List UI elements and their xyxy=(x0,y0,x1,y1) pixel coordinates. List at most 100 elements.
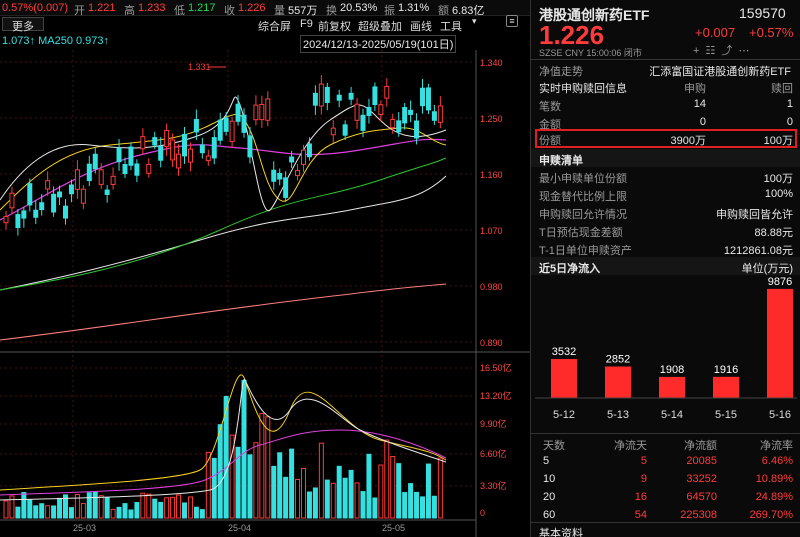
realtime-row-shares: 份额 3900万 100万 xyxy=(535,129,797,148)
list-row-label: T-1日单位申赎资产 xyxy=(539,245,632,257)
candle-body xyxy=(134,163,140,176)
candle-body xyxy=(39,202,45,210)
menu-item-overlay[interactable]: 超级叠加 xyxy=(358,18,402,34)
flow5-title: 近5日净流入 xyxy=(539,263,601,275)
list-row: 现金替代比例上限 100% xyxy=(531,185,800,203)
inflow-bar xyxy=(605,366,631,398)
more-dots-icon[interactable]: ⋯ xyxy=(738,45,755,57)
ma-values: 1.073↑ MA250 0.973↑ xyxy=(2,35,109,47)
candle-body xyxy=(3,216,9,224)
kline-chart[interactable]: 1.331 1.340 1.250 1.160 1.070 0.980 0.89… xyxy=(0,50,530,537)
candle-body xyxy=(170,139,176,161)
candle-body xyxy=(15,214,21,229)
vol-tick-2: 9.90亿 xyxy=(480,418,507,429)
quote-panel: 港股通创新药ETF 159570 1.226 +0.007 +0.57% SZS… xyxy=(530,0,800,537)
vol-tick-3: 6.60亿 xyxy=(480,448,507,459)
flow-cell: 6.46% xyxy=(761,455,793,467)
menu-item-draw[interactable]: 画线 xyxy=(410,18,432,34)
candle-body xyxy=(414,120,420,139)
flow-cell: 16 xyxy=(634,491,647,503)
volume-bar xyxy=(312,487,318,519)
candle-body xyxy=(306,143,312,158)
volume-bar xyxy=(408,483,414,519)
nav-row[interactable]: 净值走势 汇添富国证港股通创新药ETF xyxy=(531,59,800,78)
list-header[interactable]: 申赎清单 xyxy=(531,149,800,167)
realtime-amount-red: 0 xyxy=(786,116,793,128)
flow-col-days: 天数 xyxy=(543,440,565,452)
volume-bar xyxy=(348,469,354,519)
volume-bar xyxy=(158,501,164,519)
volume-bars xyxy=(3,379,443,519)
candle-body xyxy=(21,210,27,219)
flow-cell: 20085 xyxy=(686,455,717,467)
list-row-label: 申购赎回允许情况 xyxy=(539,209,627,221)
candle-body xyxy=(312,92,318,106)
amplitude-value: 1.31% xyxy=(398,2,430,14)
candle-body xyxy=(187,148,193,163)
list-row-label: T日预估现金差额 xyxy=(539,227,623,239)
volume-bar xyxy=(390,456,396,519)
candle-body xyxy=(253,104,259,121)
candle-body xyxy=(396,120,402,133)
candle-body xyxy=(348,92,354,100)
candle-body xyxy=(140,136,146,150)
inflow-bar xyxy=(659,376,685,398)
candle-body xyxy=(229,120,235,142)
chevron-down-icon[interactable]: ▾ xyxy=(472,16,477,27)
vol-tick-0: 16.50亿 xyxy=(480,362,512,373)
vol-tick-1: 13.20亿 xyxy=(480,390,512,401)
flow-cell: 269.70% xyxy=(749,509,793,521)
flow-cell: 9 xyxy=(640,473,647,485)
flow-cell: 24.89% xyxy=(755,491,793,503)
add-icon[interactable]: + xyxy=(693,45,705,57)
volume-bar xyxy=(199,509,205,519)
menu-item-tools[interactable]: 工具 xyxy=(440,18,462,34)
candle-body xyxy=(390,118,396,129)
price-change-pct: +0.57% xyxy=(749,25,794,40)
candle-body xyxy=(247,135,253,158)
exchange-meta: SZSE CNY 15:00:06 闭市 xyxy=(539,48,642,58)
volume-bar xyxy=(342,477,348,519)
list-title: 申赎清单 xyxy=(539,155,583,167)
basic-info-tab[interactable]: 基本资料 xyxy=(531,522,800,537)
volume-bar xyxy=(3,500,9,519)
menu-item-adjust[interactable]: 前复权 xyxy=(318,18,351,34)
candle-body xyxy=(402,107,408,124)
realtime-shares-sub: 3900万 xyxy=(670,135,706,147)
volume-bar xyxy=(33,505,39,519)
inflow-date-label: 5-12 xyxy=(553,409,575,421)
vol-tick-4: 3.30亿 xyxy=(480,480,507,491)
flow5-header[interactable]: 近5日净流入 单位(万元) xyxy=(531,257,800,275)
candle-body xyxy=(9,192,15,209)
flow-table-row: 10 9 33252 10.89% xyxy=(531,470,800,488)
flow-table-row: 20 16 64570 24.89% xyxy=(531,488,800,506)
inflow-bar xyxy=(551,358,577,398)
more-tab[interactable]: 更多 xyxy=(2,17,44,33)
candle-body xyxy=(199,144,205,154)
list-row: 申购赎回允许情况 申购赎回皆允许 xyxy=(531,203,800,221)
settings-icon[interactable]: ≡ xyxy=(506,15,518,27)
volume-bar xyxy=(265,416,271,519)
alert-icon[interactable]: ☷ xyxy=(705,45,721,57)
basic-info-label: 基本资料 xyxy=(539,528,583,537)
menu-item-f9[interactable]: F9 xyxy=(300,18,313,30)
candle-body xyxy=(63,205,68,219)
list-row: 最小申赎单位份额 100万 xyxy=(531,167,800,185)
volume-bar xyxy=(128,509,134,519)
volume-bar xyxy=(187,496,193,519)
volume-bar xyxy=(420,496,425,519)
flow-cell: 225308 xyxy=(680,509,717,521)
candle-body xyxy=(289,156,295,163)
menu-item-overview[interactable]: 综合屏 xyxy=(258,18,291,34)
x-tick-2: 25-05 xyxy=(382,523,405,533)
candle-body xyxy=(92,153,98,170)
candle-body xyxy=(98,169,104,185)
share-icon[interactable]: ⤴ xyxy=(721,45,738,57)
volume-bar xyxy=(92,491,98,519)
quote-bar: 0.57%(0.007) 开 1.221 高 1.233 低 1.217 收 1… xyxy=(0,0,530,17)
volume-bar xyxy=(57,497,63,519)
volume-bar xyxy=(354,482,360,519)
quote-tools[interactable]: +☷⤴⋯ xyxy=(693,42,755,58)
y-tick-3: 1.070 xyxy=(480,226,503,236)
inflow-value-label: 1908 xyxy=(660,364,684,376)
